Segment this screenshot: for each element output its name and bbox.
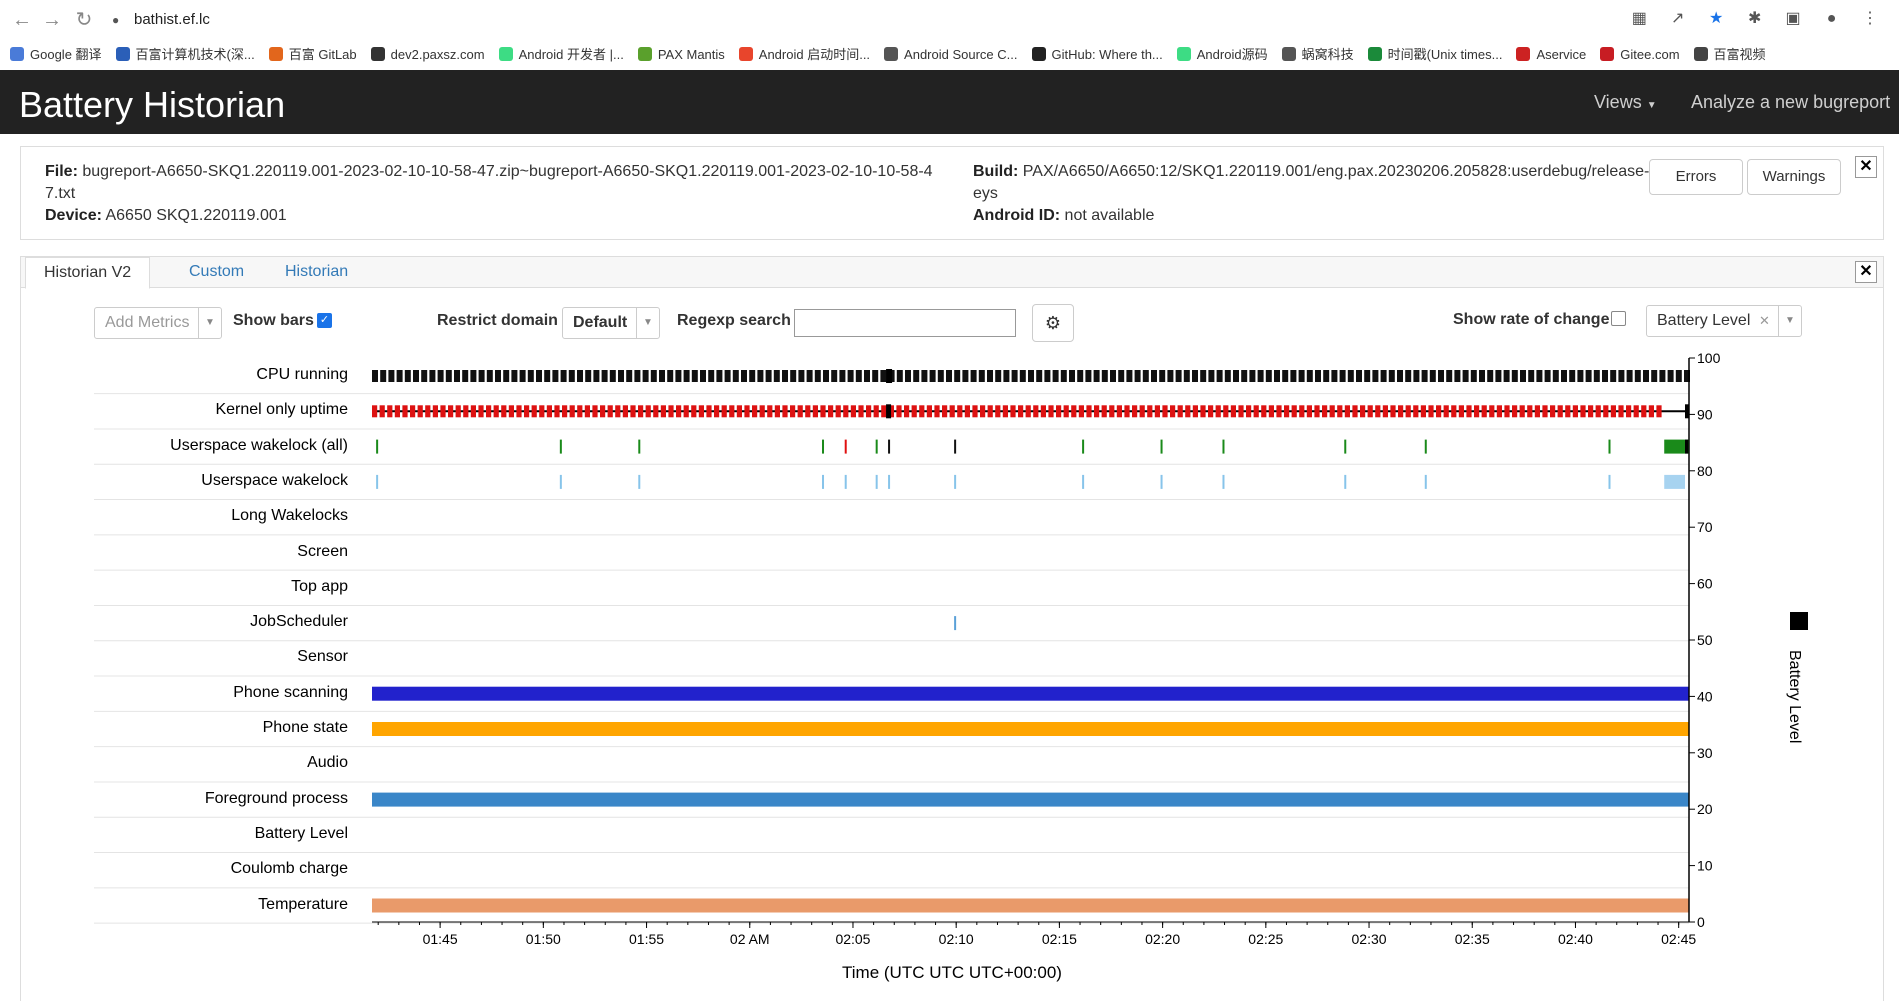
show-rate-checkbox[interactable]: [1611, 311, 1626, 326]
bookmark-favicon-icon: [1281, 47, 1296, 61]
bookmark-label: Android 启动时间...: [758, 47, 871, 62]
bookmark-label: 时间戳(Unix times...: [1387, 47, 1503, 62]
metric-select[interactable]: Battery Level ✕ ▼: [1646, 305, 1802, 337]
row-label: Phone scanning: [233, 683, 348, 701]
views-label: Views: [1594, 92, 1642, 112]
caret-down-icon: ▼: [1646, 100, 1657, 111]
domain-select[interactable]: Default ▼: [562, 307, 660, 339]
bookmark-label: 百富视频: [1713, 47, 1766, 62]
errors-button[interactable]: Errors: [1649, 159, 1743, 195]
row-label: Foreground process: [204, 789, 348, 807]
row-label: Phone state: [262, 719, 348, 736]
views-menu[interactable]: Views ▼: [1594, 92, 1657, 113]
bookmark-item[interactable]: Android源码: [1176, 40, 1268, 70]
bookmark-favicon-icon: [1367, 47, 1382, 61]
bookmark-label: 蜗窝科技: [1301, 47, 1354, 62]
analyze-link[interactable]: Analyze a new bugreport: [1691, 92, 1890, 113]
bookmark-favicon-icon: [1693, 47, 1708, 61]
bookmark-item[interactable]: Android 开发者 |...: [498, 40, 624, 70]
row-label: JobScheduler: [250, 613, 348, 631]
bookmark-favicon-icon: [1516, 47, 1531, 61]
bookmark-item[interactable]: Android 启动时间...: [738, 40, 871, 70]
android-id-label: Android ID:: [973, 207, 1061, 224]
row-label: Audio: [307, 754, 348, 772]
row-label: CPU running: [256, 366, 348, 383]
chevron-down-icon: ▼: [1778, 306, 1801, 336]
bookmark-favicon-icon: [884, 47, 899, 61]
build-value: PAX/A6650/A6650:12/SKQ1.220119.001/eng.p…: [973, 163, 1658, 202]
bookmark-item[interactable]: Android Source C...: [884, 40, 1018, 70]
row-label: Coulomb charge: [230, 860, 348, 878]
bookmark-label: Android Source C...: [904, 47, 1018, 62]
row-label: Top app: [291, 577, 348, 595]
build-info: Build: PAX/A6650/A6650:12/SKQ1.220119.00…: [973, 161, 1663, 227]
close-icon[interactable]: ✕: [1855, 261, 1877, 283]
back-icon[interactable]: ←: [10, 8, 34, 32]
bookmark-item[interactable]: PAX Mantis: [637, 40, 725, 70]
android-id-value: not available: [1064, 207, 1155, 224]
row-label: Sensor: [297, 648, 348, 666]
bookmark-item[interactable]: GitHub: Where th...: [1031, 40, 1163, 70]
metric-select-value: Battery Level: [1657, 312, 1751, 329]
bookmark-label: Aservice: [1536, 47, 1587, 62]
row-labels: CPU running Kernel only uptime Userspace w…: [90, 0, 348, 1003]
bookmark-item[interactable]: 时间戳(Unix times...: [1367, 40, 1503, 70]
warnings-button[interactable]: Warnings: [1747, 159, 1841, 195]
chevron-down-icon: ▼: [636, 308, 659, 338]
sidepanel-icon[interactable]: ▣: [1776, 8, 1810, 28]
extensions-icon[interactable]: ✱: [1738, 8, 1772, 28]
bookmark-favicon-icon: [1176, 47, 1191, 61]
domain-value: Default: [573, 314, 628, 331]
show-rate-label: Show rate of change: [1453, 311, 1610, 328]
bookmark-favicon-icon: [637, 47, 652, 61]
bookmark-item[interactable]: dev2.paxsz.com: [370, 40, 485, 70]
bookmark-label: Android 开发者 |...: [518, 47, 624, 62]
menu-icon[interactable]: ⋮: [1853, 8, 1887, 28]
bookmark-favicon-icon: [1031, 47, 1046, 61]
gear-icon[interactable]: ⚙: [1032, 304, 1074, 342]
forward-icon[interactable]: →: [40, 8, 64, 32]
bookmark-label: dev2.paxsz.com: [390, 47, 485, 62]
translate-icon[interactable]: ▦: [1622, 8, 1656, 28]
build-label: Build:: [973, 163, 1019, 180]
bookmark-item[interactable]: Google 翻译: [10, 40, 102, 70]
bookmark-item[interactable]: 百富视频: [1693, 40, 1766, 70]
regexp-search-label: Regexp search: [677, 312, 791, 329]
bookmark-favicon-icon: [1600, 47, 1615, 61]
bookmark-label: Android源码: [1196, 47, 1268, 62]
bookmark-favicon-icon: [738, 47, 753, 61]
bookmark-favicon-icon: [370, 47, 385, 61]
row-label: Long Wakelocks: [231, 507, 348, 525]
star-icon[interactable]: ★: [1699, 8, 1733, 28]
row-label: Userspace wakelock (all): [170, 436, 348, 454]
browser-actions: ▦ ↗ ★ ✱ ▣ ● ⋮: [1622, 8, 1887, 28]
bookmark-favicon-icon: [10, 47, 24, 61]
row-label: Kernel only uptime: [215, 401, 348, 419]
row-label: Battery Level: [254, 824, 348, 842]
bookmark-item[interactable]: Gitee.com: [1600, 40, 1680, 70]
clear-icon[interactable]: ✕: [1759, 306, 1770, 336]
bookmark-label: PAX Mantis: [657, 47, 725, 62]
bookmark-item[interactable]: Aservice: [1516, 40, 1586, 70]
row-label: Temperature: [258, 895, 348, 913]
profile-icon[interactable]: ●: [1815, 10, 1849, 28]
bookmark-favicon-icon: [498, 47, 513, 61]
file-label: File:: [45, 163, 78, 180]
bookmark-item[interactable]: 蜗窝科技: [1281, 40, 1354, 70]
restrict-domain-label: Restrict domain: [437, 312, 558, 329]
row-label: Screen: [297, 542, 348, 560]
bookmark-label: Gitee.com: [1620, 47, 1680, 62]
row-label: Userspace wakelock: [201, 471, 348, 489]
share-icon[interactable]: ↗: [1661, 8, 1695, 28]
regexp-search-input[interactable]: [794, 309, 1016, 337]
bookmark-label: GitHub: Where th...: [1051, 47, 1163, 62]
close-icon[interactable]: ✕: [1855, 156, 1877, 178]
